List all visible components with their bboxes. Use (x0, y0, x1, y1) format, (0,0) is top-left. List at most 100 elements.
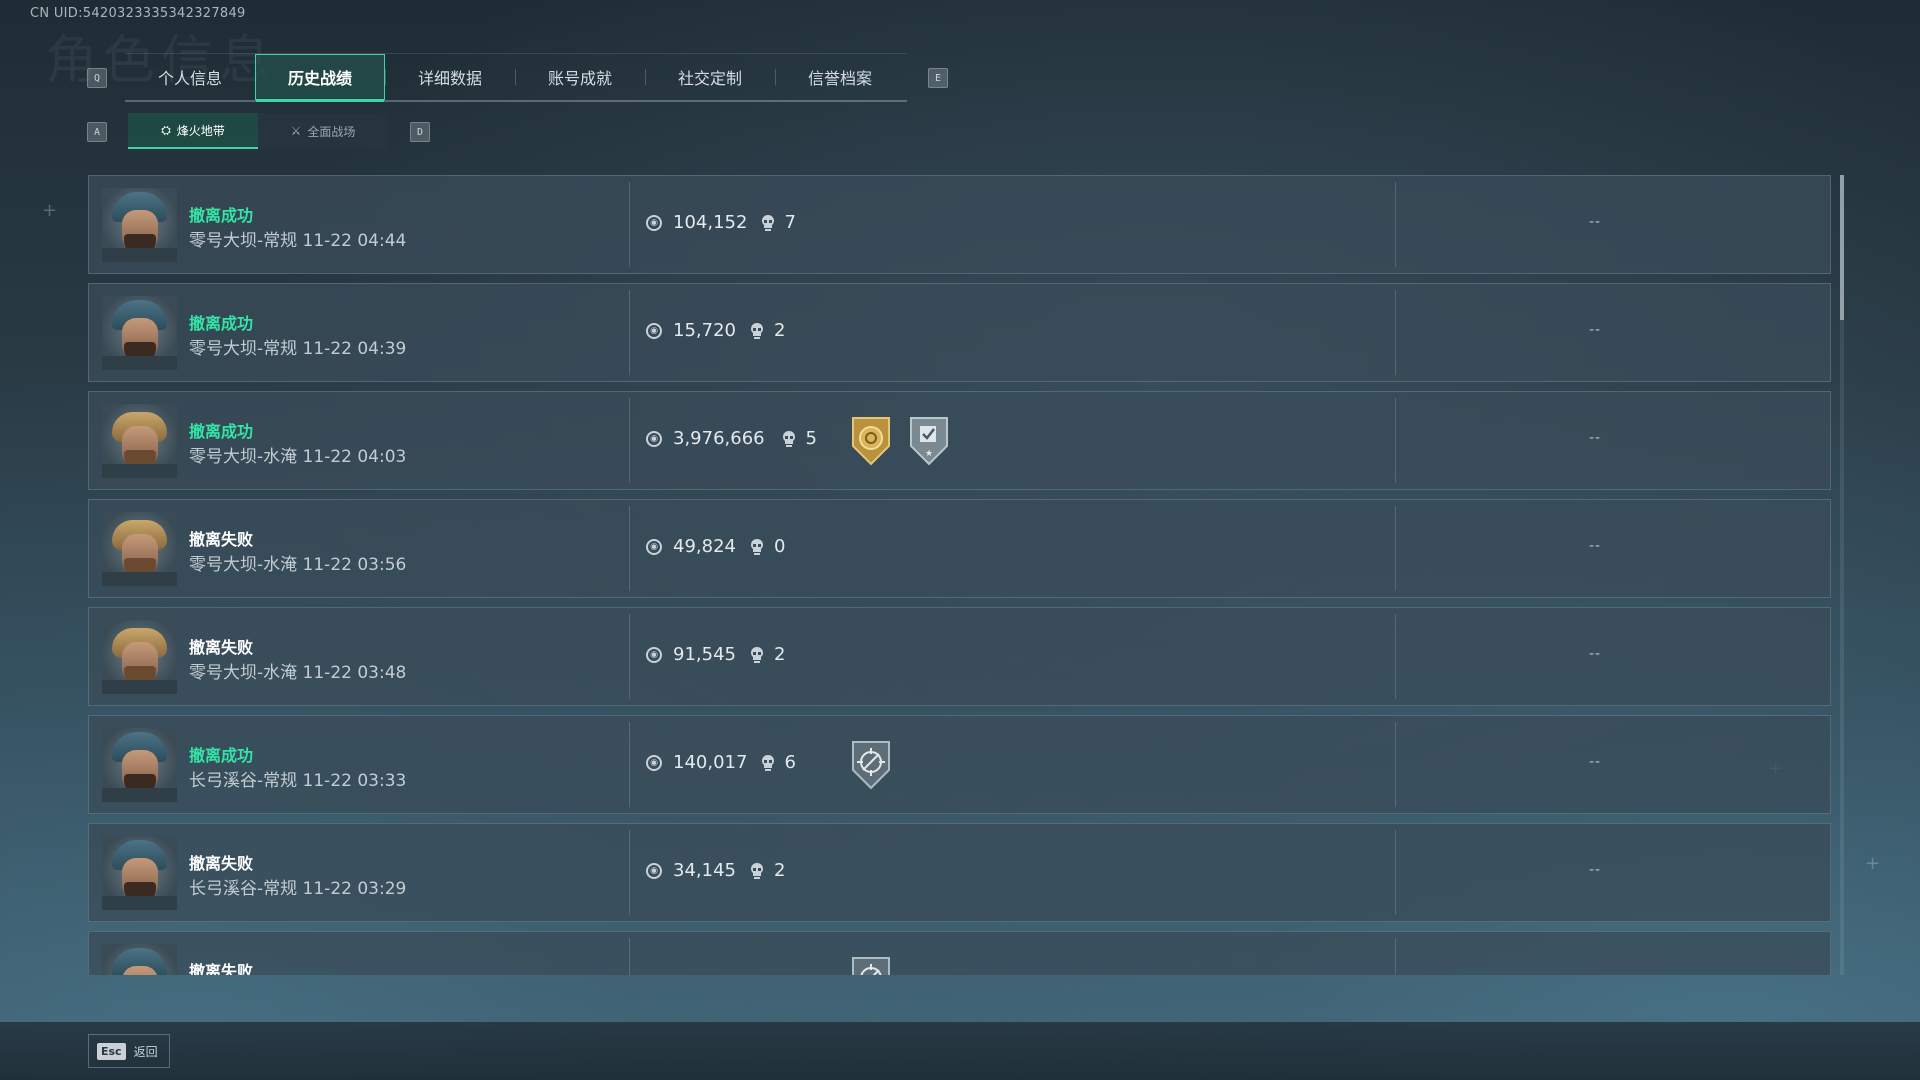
extra-info: -- (1589, 322, 1602, 338)
tab-5[interactable]: 信誉档案 (775, 54, 905, 100)
subtab-label: 烽火地带 (176, 123, 225, 138)
next-subtab-key[interactable]: D (410, 122, 430, 142)
match-map-time: 零号大坝-水淹 11-22 04:03 (189, 442, 406, 467)
match-map-time: 长弓溪谷-常规 11-22 03:33 (189, 766, 406, 791)
match-map-time: 零号大坝-水淹 11-22 03:48 (189, 658, 406, 683)
skull-icon (750, 322, 764, 340)
column-divider (1395, 830, 1396, 915)
match-row[interactable]: 撤离成功 零号大坝-常规 11-22 04:39 ◉ 15,720 2 -- (88, 283, 1831, 382)
subtab-label: 全面战场 (307, 124, 356, 139)
tab-1[interactable]: 历史战绩 (255, 54, 385, 102)
kill-count: 5 (805, 428, 817, 449)
extra-info: -- (1589, 430, 1602, 446)
crosshair-badge-icon[interactable] (849, 740, 893, 790)
extra-info: -- (1589, 538, 1602, 554)
column-divider (629, 290, 630, 375)
skull-icon (761, 754, 775, 772)
map-name: 长弓溪谷-常规 (189, 879, 298, 899)
match-row[interactable]: 撤离失败 零号大坝-水淹 11-22 03:56 ◉ 49,824 0 -- (88, 499, 1831, 598)
match-time: 11-22 03:56 (302, 555, 407, 575)
coin-icon: ◉ (646, 323, 662, 339)
svg-text:★: ★ (925, 449, 933, 459)
extra-info: -- (1589, 862, 1602, 878)
skull-icon (750, 538, 764, 556)
coin-icon: ◉ (646, 863, 662, 879)
map-name: 零号大坝-常规 (189, 339, 298, 359)
skull-icon (750, 862, 764, 880)
operator-avatar (102, 296, 177, 370)
match-time: 11-22 03:33 (302, 771, 407, 791)
subtab-0[interactable]: ⛭ 烽火地带 (128, 113, 258, 149)
column-divider (629, 398, 630, 483)
column-divider (1395, 290, 1396, 375)
tab-0[interactable]: 个人信息 (125, 54, 255, 100)
decor-crosshair-icon: + (1865, 853, 1881, 874)
match-row[interactable]: 撤离成功 零号大坝-水淹 11-22 04:03 ◉ 3,976,666 5 ★ -- (88, 391, 1831, 490)
decor-crosshair-icon: + (42, 200, 58, 221)
silver-check-badge-icon[interactable]: ★ (907, 416, 951, 466)
extra-info: -- (1589, 646, 1602, 662)
crosshair-badge-icon[interactable] (849, 956, 893, 975)
scrollbar[interactable] (1840, 175, 1844, 975)
skull-icon (761, 214, 775, 232)
match-row[interactable]: 撤离失败 长弓溪谷-常规 11-22 03:29 ◉ 34,145 2 -- (88, 823, 1831, 922)
map-name: 零号大坝-常规 (189, 231, 298, 251)
match-time: 11-22 03:29 (302, 879, 407, 899)
tab-3[interactable]: 账号成就 (515, 54, 645, 100)
match-row[interactable]: 撤离成功 零号大坝-常规 11-22 04:44 ◉ 104,152 7 -- (88, 175, 1831, 274)
operator-avatar (102, 728, 177, 802)
match-time: 11-22 03:48 (302, 663, 407, 683)
prev-tab-key[interactable]: Q (87, 68, 107, 88)
operator-avatar (102, 404, 177, 478)
extra-info: -- (1589, 754, 1602, 770)
hazard-zone-icon: ⛭ (161, 122, 171, 137)
user-uid: CN UID:5420323335342327849 (30, 6, 246, 21)
match-row[interactable]: 撤离失败 零号大坝-水淹 11-22 03:48 ◉ 91,545 2 -- (88, 607, 1831, 706)
map-name: 长弓溪谷-常规 (189, 771, 298, 791)
extraction-status: 撤离成功 (189, 746, 254, 765)
extraction-status: 撤离失败 (189, 530, 254, 549)
kill-count: 2 (774, 860, 786, 881)
tab-2[interactable]: 详细数据 (385, 54, 515, 100)
match-map-time: 长弓溪谷-常规 11-22 03:29 (189, 874, 406, 899)
mode-sub-tabs: ⛭ 烽火地带 ⚔ 全面战场 (128, 113, 388, 149)
back-button[interactable]: Esc 返回 (88, 1034, 170, 1068)
bottom-bar (0, 1022, 1920, 1080)
loot-value: 15,720 (673, 320, 736, 341)
main-tab-bar: 个人信息 历史战绩 详细数据 账号成就 社交定制 信誉档案 (125, 53, 907, 102)
loot-value: 140,017 (673, 752, 748, 773)
loot-value: 34,145 (673, 860, 736, 881)
match-history-list[interactable]: 撤离成功 零号大坝-常规 11-22 04:44 ◉ 104,152 7 -- 撤离成功 零号… (88, 175, 1831, 975)
scrollbar-thumb[interactable] (1840, 175, 1844, 320)
column-divider (629, 614, 630, 699)
match-row[interactable]: 撤离失败 (88, 931, 1831, 975)
match-time: 11-22 04:03 (302, 447, 407, 467)
coin-icon: ◉ (646, 431, 662, 447)
prev-subtab-key[interactable]: A (87, 122, 107, 142)
kill-count: 2 (774, 320, 786, 341)
map-name: 零号大坝-水淹 (189, 663, 298, 683)
gold-coin-badge-icon[interactable] (849, 416, 893, 466)
match-row[interactable]: 撤离成功 长弓溪谷-常规 11-22 03:33 ◉ 140,017 6 -- (88, 715, 1831, 814)
next-tab-key[interactable]: E (928, 68, 948, 88)
column-divider (629, 506, 630, 591)
match-time: 11-22 04:44 (302, 231, 407, 251)
column-divider (629, 182, 630, 267)
column-divider (1395, 506, 1396, 591)
match-map-time: 零号大坝-常规 11-22 04:44 (189, 226, 406, 251)
extraction-status: 撤离失败 (189, 638, 254, 657)
loot-value: 3,976,666 (673, 428, 765, 449)
coin-icon: ◉ (646, 755, 662, 771)
esc-key: Esc (97, 1042, 126, 1060)
column-divider (1395, 938, 1396, 975)
tab-4[interactable]: 社交定制 (645, 54, 775, 100)
loot-value: 104,152 (673, 212, 748, 233)
subtab-1[interactable]: ⚔ 全面战场 (258, 113, 388, 149)
operator-avatar (102, 944, 177, 975)
skull-icon (782, 430, 796, 448)
map-name: 零号大坝-水淹 (189, 555, 298, 575)
kill-count: 6 (784, 752, 796, 773)
back-label: 返回 (133, 1044, 158, 1059)
column-divider (629, 938, 630, 975)
coin-icon: ◉ (646, 539, 662, 555)
